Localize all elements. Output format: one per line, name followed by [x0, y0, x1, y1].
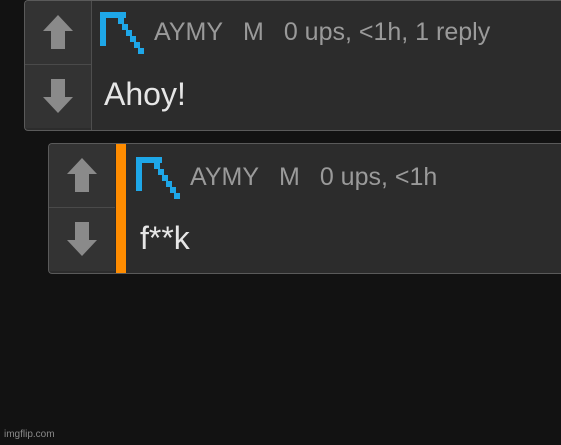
pickaxe-avatar-icon[interactable] [98, 6, 148, 56]
upvote-button[interactable] [25, 1, 91, 65]
arrow-up-icon [67, 158, 97, 192]
comment-stats: 0 ups, <1h, 1 reply [283, 18, 491, 46]
upvote-button[interactable] [49, 144, 115, 208]
divider [91, 1, 92, 130]
reply-comment: AYMY M 0 ups, <1h f**k [48, 143, 561, 274]
comment-meta: AYMY M 0 ups, <1h [190, 162, 437, 192]
comment-text: Ahoy! [104, 76, 186, 112]
vote-column [25, 1, 91, 130]
watermark: imgflip.com [4, 429, 55, 440]
comments-page: AYMY M 0 ups, <1h, 1 reply Ahoy! AYMY M … [0, 0, 561, 445]
comment-text: f**k [140, 220, 190, 256]
arrow-down-icon [43, 79, 73, 113]
user-badge: M [243, 18, 264, 46]
comment-meta: AYMY M 0 ups, <1h, 1 reply [154, 17, 490, 47]
user-badge: M [279, 163, 300, 191]
arrow-down-icon [67, 222, 97, 256]
arrow-up-icon [43, 15, 73, 49]
reply-accent-bar [116, 144, 126, 273]
comment-stats: 0 ups, <1h [319, 163, 438, 191]
vote-column [49, 144, 115, 273]
comment: AYMY M 0 ups, <1h, 1 reply Ahoy! [24, 0, 561, 131]
downvote-button[interactable] [49, 208, 115, 271]
downvote-button[interactable] [25, 65, 91, 128]
username-link[interactable]: AYMY [190, 163, 259, 191]
pickaxe-avatar-icon[interactable] [134, 151, 184, 201]
username-link[interactable]: AYMY [154, 18, 223, 46]
